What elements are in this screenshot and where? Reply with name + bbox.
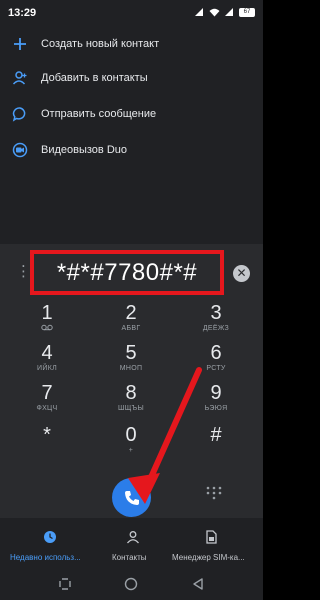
tab-label: Недавно использ...	[10, 553, 81, 562]
voicemail-icon	[11, 324, 83, 335]
battery-icon: 67	[239, 8, 255, 17]
key-letters: ШЩЪЫ	[118, 405, 144, 412]
person-icon	[126, 530, 140, 544]
message-icon	[12, 106, 28, 122]
tab-sim-manager[interactable]: Менеджер SIM-ка...	[166, 518, 263, 568]
key-5[interactable]: 5 МНОП	[95, 342, 167, 384]
dialpad-icon[interactable]	[205, 486, 223, 504]
status-bar: 13:29 67	[0, 0, 263, 26]
tab-contacts[interactable]: Контакты	[100, 518, 166, 568]
action-label: Добавить в контакты	[41, 72, 148, 84]
sim-signal-icon	[194, 8, 204, 17]
plus-icon	[12, 36, 28, 52]
call-button[interactable]	[112, 478, 151, 517]
action-label: Видеовызов Duo	[41, 144, 128, 156]
tab-recents[interactable]: Недавно использ...	[0, 518, 100, 568]
tab-label: Менеджер SIM-ка...	[172, 553, 245, 562]
more-options-icon[interactable]: ⋮	[16, 264, 31, 280]
back-icon[interactable]	[188, 574, 208, 594]
action-label: Отправить сообщение	[41, 108, 157, 120]
key-digit: 1	[41, 302, 53, 324]
key-8[interactable]: 8 ШЩЪЫ	[95, 382, 167, 424]
highlight-box: *#*#7780#*#	[30, 250, 224, 295]
sim-card-icon	[204, 530, 218, 544]
tab-label: Контакты	[112, 553, 147, 562]
key-hash[interactable]: #	[180, 424, 252, 466]
key-7[interactable]: 7 ФХЦЧ	[11, 382, 83, 424]
key-star[interactable]: *	[11, 424, 83, 466]
key-9[interactable]: 9 ЬЭЮЯ	[180, 382, 252, 424]
action-duo-video-call[interactable]: Видеовызов Duo	[0, 138, 263, 162]
key-digit: #	[210, 424, 222, 446]
number-row: ⋮ *#*#7780#*# ✕	[0, 244, 263, 302]
key-4[interactable]: 4 ИЙКЛ	[11, 342, 83, 384]
dialer: ⋮ *#*#7780#*# ✕ 1 2 АБВГ 3 ДЕЁЖЗ 4 ИЙКЛ …	[0, 244, 263, 518]
action-label: Создать новый контакт	[41, 38, 160, 50]
wifi-icon	[209, 8, 220, 17]
key-digit: 3	[210, 302, 222, 324]
key-digit: 2	[125, 302, 137, 324]
action-create-contact[interactable]: Создать новый контакт	[0, 32, 263, 56]
key-digit: 8	[125, 382, 137, 404]
key-digit: 4	[41, 342, 53, 364]
home-icon[interactable]	[121, 574, 141, 594]
key-letters: МНОП	[119, 365, 143, 372]
key-letters: РСТУ	[206, 365, 226, 372]
key-letters: ДЕЁЖЗ	[202, 325, 230, 332]
key-digit: *	[43, 424, 51, 446]
key-2[interactable]: 2 АБВГ	[95, 302, 167, 344]
phone-icon	[124, 490, 139, 505]
status-icons: 67	[194, 8, 255, 17]
key-letters: АБВГ	[121, 325, 141, 332]
key-digit: 0	[125, 424, 137, 446]
duo-video-icon	[12, 142, 28, 158]
key-digit: 6	[210, 342, 222, 364]
key-digit: 9	[210, 382, 222, 404]
backspace-icon[interactable]: ✕	[233, 265, 250, 282]
dialed-number[interactable]: *#*#7780#*#	[57, 259, 197, 287]
signal-icon	[224, 8, 234, 17]
key-6[interactable]: 6 РСТУ	[180, 342, 252, 384]
key-digit: 7	[41, 382, 53, 404]
key-letters: +	[128, 447, 134, 454]
key-0[interactable]: 0 +	[95, 424, 167, 466]
action-send-message[interactable]: Отправить сообщение	[0, 102, 263, 126]
key-digit: 5	[125, 342, 137, 364]
key-3[interactable]: 3 ДЕЁЖЗ	[180, 302, 252, 344]
key-1[interactable]: 1	[11, 302, 83, 344]
clock-icon	[43, 530, 57, 544]
key-letters: ФХЦЧ	[36, 405, 58, 412]
key-letters: ИЙКЛ	[37, 365, 57, 372]
add-person-icon	[12, 70, 28, 86]
key-letters: ЬЭЮЯ	[204, 405, 228, 412]
system-nav-bar	[0, 568, 263, 600]
bottom-tab-bar: Недавно использ... Контакты Менеджер SIM…	[0, 518, 263, 568]
actions-panel: Создать новый контакт Добавить в контакт…	[0, 26, 263, 244]
status-time: 13:29	[8, 7, 37, 19]
recent-apps-icon[interactable]	[55, 574, 75, 594]
action-add-to-contacts[interactable]: Добавить в контакты	[0, 66, 263, 90]
